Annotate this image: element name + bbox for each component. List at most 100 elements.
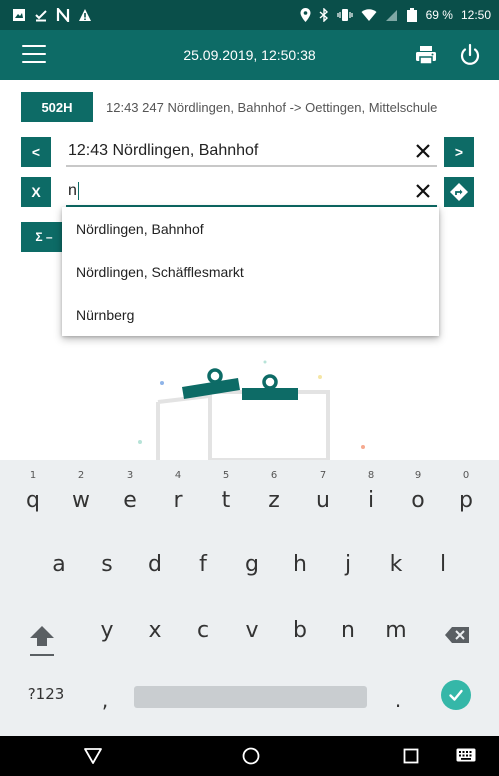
wifi-icon [361, 9, 377, 21]
system-nav-bar [0, 736, 499, 776]
clear-from-icon[interactable] [413, 141, 433, 161]
key-v[interactable]: v [235, 616, 269, 648]
space-key[interactable] [134, 686, 367, 708]
key-l[interactable]: l [426, 550, 460, 582]
key-hint: 9 [414, 470, 422, 481]
suggestion-dropdown: Nördlingen, Bahnhof Nördlingen, Schäffle… [62, 207, 439, 336]
key-label: b [293, 618, 307, 643]
key-label: d [148, 552, 162, 577]
key-o[interactable]: 9o [401, 470, 435, 518]
backspace-key[interactable] [443, 620, 473, 650]
from-stop-value: 12:43 Nördlingen, Bahnhof [68, 142, 259, 159]
key-label: v [245, 618, 259, 643]
enter-key[interactable] [441, 680, 471, 710]
clear-destination-button[interactable]: X [21, 177, 51, 207]
key-label: j [344, 552, 352, 577]
key-label: n [341, 618, 355, 643]
key-g[interactable]: g [235, 550, 269, 582]
key-e[interactable]: 3e [113, 470, 147, 518]
previous-stop-button[interactable]: < [21, 137, 51, 167]
key-b[interactable]: b [283, 616, 317, 648]
key-label: p [459, 488, 473, 513]
back-icon[interactable] [83, 747, 103, 765]
n-notification-icon [56, 8, 70, 22]
key-hint: 2 [77, 470, 85, 481]
key-m[interactable]: m [379, 616, 413, 648]
key-c[interactable]: c [186, 616, 220, 648]
key-hint: 4 [174, 470, 182, 481]
key-w[interactable]: 2w [64, 470, 98, 518]
key-label: x [148, 618, 162, 643]
key-label: k [389, 552, 403, 577]
symbols-key-label: ?123 [27, 685, 65, 703]
from-stop-field[interactable]: 12:43 Nördlingen, Bahnhof [66, 137, 437, 167]
key-y[interactable]: y [90, 616, 124, 648]
key-n[interactable]: n [331, 616, 365, 648]
location-icon [300, 8, 311, 22]
key-hint: 3 [126, 470, 134, 481]
key-d[interactable]: d [138, 550, 172, 582]
key-s[interactable]: s [90, 550, 124, 582]
key-label: g [245, 552, 259, 577]
comma-key[interactable]: , [95, 688, 115, 714]
key-label: r [173, 488, 183, 513]
suggestion-item[interactable]: Nördlingen, Bahnhof [62, 207, 439, 250]
empty-clipboard-illustration [138, 360, 365, 460]
key-label: c [196, 618, 210, 643]
text-cursor [77, 182, 80, 200]
route-number-button[interactable]: 502H [21, 92, 93, 122]
recent-apps-icon[interactable] [403, 748, 419, 764]
key-label: w [72, 488, 90, 513]
key-q[interactable]: 1q [16, 470, 50, 518]
warning-icon [79, 9, 91, 21]
key-i[interactable]: 8i [354, 470, 388, 518]
key-a[interactable]: a [42, 550, 76, 582]
key-label: a [52, 552, 66, 577]
home-icon[interactable] [242, 747, 260, 765]
sum-button[interactable]: Σ – [21, 222, 67, 252]
destination-search-input[interactable]: n [66, 177, 437, 207]
key-hint: 1 [29, 470, 37, 481]
key-u[interactable]: 7u [306, 470, 340, 518]
clear-destination-icon[interactable] [413, 181, 433, 201]
print-icon[interactable] [414, 43, 438, 67]
key-p[interactable]: 0p [449, 470, 483, 518]
key-z[interactable]: 6z [257, 470, 291, 518]
comma-key-label: , [101, 688, 109, 712]
key-label: m [385, 618, 407, 643]
key-label: y [100, 618, 114, 643]
on-screen-keyboard: 1q2w3e4r5t6z7u8i9o0p asdfghjkl yxcvbnm ?… [0, 460, 499, 736]
key-hint: 8 [367, 470, 375, 481]
key-f[interactable]: f [186, 550, 220, 582]
key-hint: 7 [319, 470, 327, 481]
next-stop-button[interactable]: > [444, 137, 474, 167]
shift-key[interactable] [22, 620, 62, 660]
destination-input-value: n [68, 182, 77, 199]
key-label: i [367, 488, 375, 513]
directions-button[interactable] [444, 177, 474, 207]
status-bar: 69 % 12:50 [0, 0, 499, 30]
route-description: 12:43 247 Nördlingen, Bahnhof -> Oetting… [106, 100, 438, 115]
key-x[interactable]: x [138, 616, 172, 648]
key-k[interactable]: k [379, 550, 413, 582]
key-j[interactable]: j [331, 550, 365, 582]
period-key[interactable]: . [388, 688, 408, 714]
symbols-key[interactable]: ?123 [22, 684, 70, 710]
key-h[interactable]: h [283, 550, 317, 582]
notification-icons [12, 8, 92, 22]
battery-icon [406, 8, 417, 22]
key-label: o [411, 488, 425, 513]
key-t[interactable]: 5t [209, 470, 243, 518]
key-hint: 6 [270, 470, 278, 481]
download-done-icon [35, 10, 47, 22]
key-hint: 0 [462, 470, 470, 481]
system-icons: 69 % 12:50 [300, 8, 491, 22]
suggestion-item[interactable]: Nördlingen, Schäfflesmarkt [62, 250, 439, 293]
keyboard-switch-icon[interactable] [456, 748, 476, 764]
power-icon[interactable] [458, 43, 482, 67]
key-r[interactable]: 4r [161, 470, 195, 518]
key-label: l [439, 552, 447, 577]
suggestion-item[interactable]: Nürnberg [62, 293, 439, 336]
key-label: s [101, 552, 113, 577]
image-notification-icon [13, 9, 25, 21]
